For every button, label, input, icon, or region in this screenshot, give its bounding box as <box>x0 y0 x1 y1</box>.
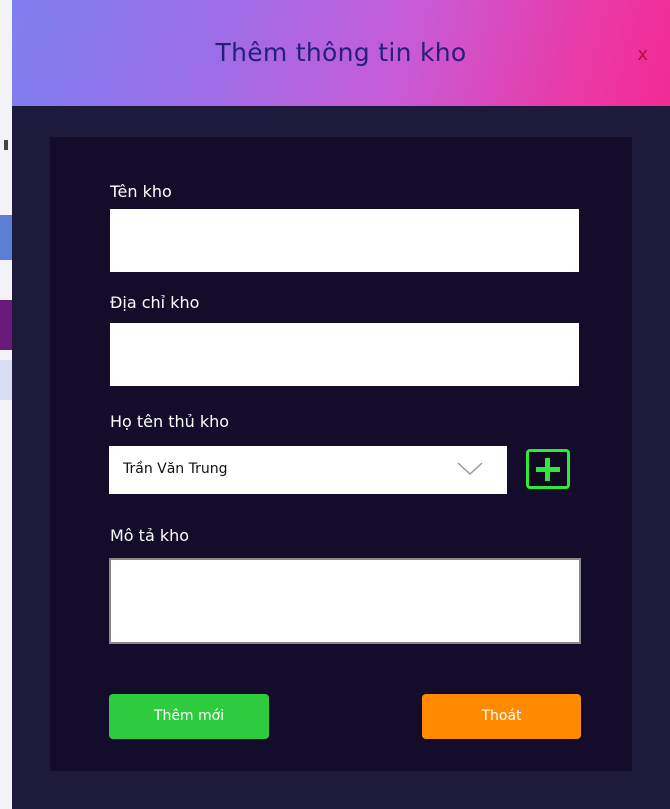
warehouse-address-input[interactable] <box>110 323 579 386</box>
warehouse-name-label: Tên kho <box>110 182 172 201</box>
warehouse-address-label: Địa chỉ kho <box>110 293 200 312</box>
chevron-down-icon <box>457 462 483 476</box>
background-window <box>0 0 12 809</box>
keeper-select[interactable]: Trần Văn Trung <box>109 446 507 494</box>
close-button[interactable]: x <box>637 44 648 65</box>
dialog-title: Thêm thông tin kho <box>215 38 467 67</box>
background-highlight <box>0 215 12 260</box>
background-row <box>0 360 12 400</box>
background-mark <box>4 140 8 150</box>
warehouse-name-input[interactable] <box>110 209 579 272</box>
keeper-selected-value: Trần Văn Trung <box>123 461 228 477</box>
plus-icon-vertical <box>545 458 550 481</box>
background-accent <box>0 300 12 350</box>
keeper-label: Họ tên thủ kho <box>110 412 230 431</box>
exit-button[interactable]: Thoát <box>422 694 581 739</box>
description-label: Mô tả kho <box>110 526 190 545</box>
add-new-button[interactable]: Thêm mới <box>109 694 269 739</box>
title-bar: Thêm thông tin kho x <box>12 0 670 106</box>
add-keeper-button[interactable] <box>526 449 570 489</box>
description-textarea[interactable] <box>109 558 581 644</box>
add-warehouse-dialog: Thêm thông tin kho x Tên kho Địa chỉ kho… <box>12 0 670 809</box>
form-panel: Tên kho Địa chỉ kho Họ tên thủ kho Trần … <box>50 137 632 771</box>
